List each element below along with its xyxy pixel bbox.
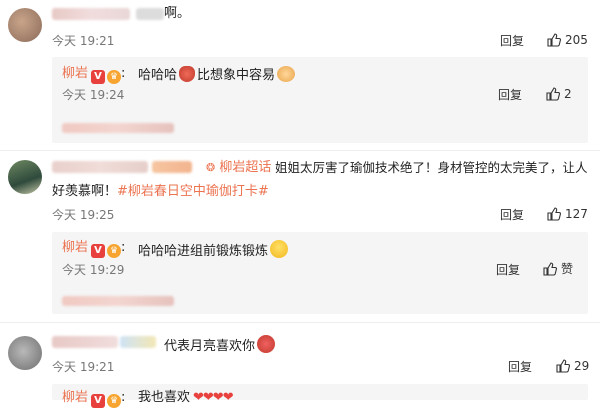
supertopic-icon: ❂	[206, 161, 216, 174]
reply-author[interactable]: 柳岩 V ♛:	[62, 390, 125, 408]
reply-timestamp: 今天 19:24	[62, 88, 125, 102]
comment-text-line2: 好羡慕啊！#柳岩春日空中瑜伽打卡#	[52, 184, 269, 200]
divider	[0, 150, 600, 151]
blurred-more-replies[interactable]	[62, 296, 174, 306]
reply-author-name[interactable]: 柳岩	[62, 390, 88, 405]
timestamp: 今天 19:21	[52, 34, 115, 48]
timestamp: 今天 19:25	[52, 208, 115, 222]
thumbs-up-icon	[546, 87, 560, 101]
dancing-emoji-icon	[179, 66, 196, 82]
comment-text-line2-body: 好羡慕啊！	[52, 184, 118, 199]
reply-like-label: 赞	[561, 262, 574, 276]
reply-like-button[interactable]: 2	[546, 87, 572, 101]
reply-button[interactable]: 回复	[500, 208, 524, 222]
reply-text: 哈哈哈进组前锻炼锻炼	[138, 240, 290, 260]
avatar[interactable]	[8, 336, 42, 370]
comment-text-suffix: 啊。	[164, 6, 191, 21]
thumbs-up-icon	[556, 359, 570, 373]
supertopic-tag[interactable]: ❂ 柳岩超话	[206, 160, 271, 176]
reply-text: 我也喜欢 ❤❤❤❤	[138, 390, 234, 406]
topic-link[interactable]: #柳岩春日空中瑜伽打卡#	[117, 184, 269, 199]
comment-text: 啊。	[164, 6, 190, 22]
blurred-badges	[120, 336, 156, 348]
verified-v-icon: V	[91, 244, 106, 258]
supertopic-label[interactable]: 柳岩超话	[219, 160, 271, 175]
reply-author-name[interactable]: 柳岩	[62, 66, 88, 81]
handshake-emoji-icon	[277, 66, 296, 82]
like-count: 127	[565, 207, 588, 221]
hearts-emoji-icon: ❤❤❤❤	[193, 390, 234, 405]
blurred-text	[136, 8, 164, 20]
thumbs-up-icon	[547, 33, 561, 47]
blurred-username[interactable]	[52, 8, 130, 20]
reply-timestamp: 今天 19:29	[62, 263, 125, 277]
blurred-more-replies[interactable]	[62, 123, 174, 133]
reply-text-part1: 哈哈哈	[138, 68, 178, 83]
reply-reply-button[interactable]: 回复	[498, 88, 522, 102]
reply-panel	[52, 384, 588, 400]
reply-text-body: 我也喜欢	[138, 390, 191, 405]
reply-author[interactable]: 柳岩 V ♛:	[62, 66, 125, 84]
reply-author-name[interactable]: 柳岩	[62, 240, 88, 255]
reply-reply-button[interactable]: 回复	[496, 263, 520, 277]
avatar[interactable]	[8, 160, 42, 194]
like-button[interactable]: 29	[556, 359, 589, 373]
crown-badge-icon: ♛	[107, 394, 122, 408]
divider	[0, 322, 600, 323]
reply-button[interactable]: 回复	[500, 34, 524, 48]
blurred-username[interactable]	[52, 336, 118, 348]
comment-text-body: 代表月亮喜欢你	[164, 339, 256, 354]
crown-badge-icon: ♛	[107, 70, 122, 84]
like-button[interactable]: 205	[547, 33, 588, 47]
timestamp: 今天 19:21	[52, 360, 115, 374]
thumbs-up-icon	[543, 262, 557, 276]
verified-v-icon: V	[91, 394, 106, 408]
sunglasses-emoji-icon	[270, 240, 289, 258]
reply-like-button[interactable]: 赞	[543, 262, 573, 276]
reply-text-body: 哈哈哈进组前锻炼锻炼	[138, 244, 269, 259]
reply-button[interactable]: 回复	[508, 360, 532, 374]
comment-text-line1: 姐姐太厉害了瑜伽技术绝了！身材管控的太完美了，让人	[275, 160, 588, 175]
reply-author[interactable]: 柳岩 V ♛:	[62, 240, 125, 258]
like-button[interactable]: 127	[547, 207, 588, 221]
like-count: 205	[565, 33, 588, 47]
thumbs-up-icon	[547, 207, 561, 221]
reply-like-count: 2	[564, 87, 572, 101]
like-count: 29	[574, 359, 590, 373]
blurred-username[interactable]	[52, 161, 148, 173]
reply-text-part2: 比想象中容易	[197, 68, 276, 83]
blurred-badges	[152, 161, 192, 173]
crown-badge-icon: ♛	[107, 244, 122, 258]
reply-text: 哈哈哈 比想象中容易	[138, 66, 297, 84]
avatar[interactable]	[8, 8, 42, 42]
verified-v-icon: V	[91, 70, 106, 84]
heart-face-emoji-icon	[257, 335, 276, 353]
comment-text: 代表月亮喜欢你	[164, 335, 277, 355]
